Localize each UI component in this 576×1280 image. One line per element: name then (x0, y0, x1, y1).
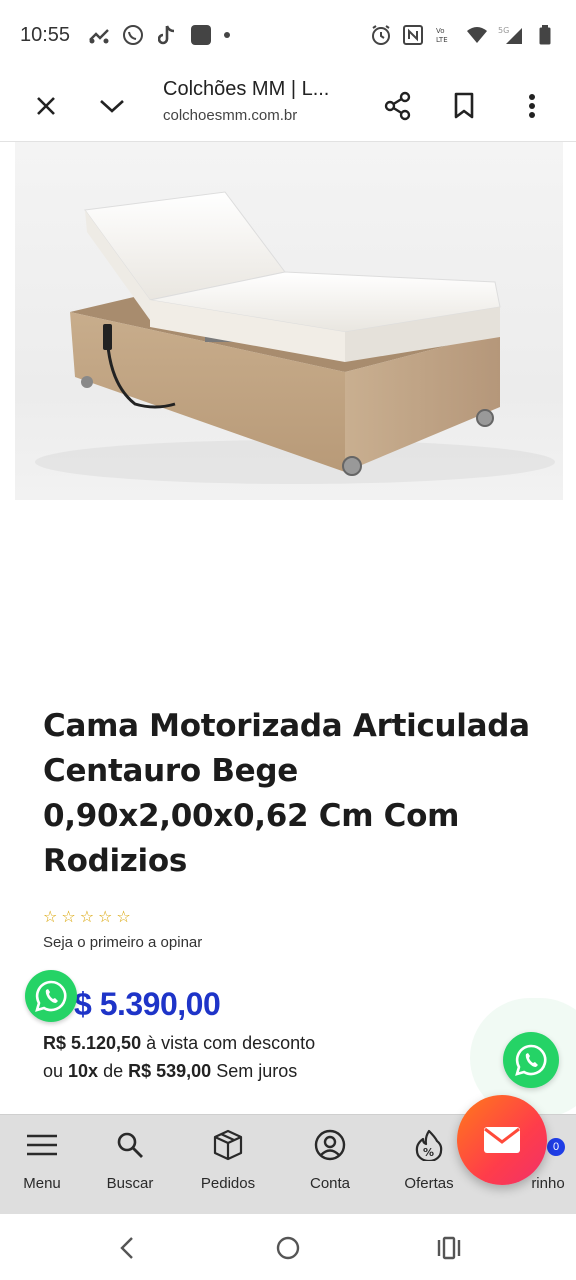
network-type-label: 5G (498, 26, 509, 35)
nav-item-ofertas[interactable]: % Ofertas (396, 1115, 462, 1215)
star-empty-icon: ☆ (43, 909, 58, 926)
user-icon (312, 1129, 348, 1161)
system-recents-button[interactable] (429, 1228, 469, 1268)
status-bar: 10:55 Vo LTE 5G (0, 0, 576, 70)
system-nav-bar (0, 1214, 576, 1280)
svg-text:LTE: LTE (436, 36, 448, 44)
battery-icon (534, 24, 556, 46)
more-notifications-dot (224, 32, 231, 38)
share-icon (384, 91, 411, 120)
rating-stars[interactable]: ☆ ☆ ☆ ☆ ☆ (43, 910, 131, 926)
cash-price-suffix: à vista com desconto (141, 1033, 316, 1053)
nfc-icon (402, 24, 424, 46)
adjustable-bed-photo-icon (35, 191, 555, 484)
nav-item-buscar[interactable]: Buscar (98, 1115, 162, 1215)
whatsapp-icon (35, 980, 67, 1012)
box-icon (210, 1129, 246, 1161)
system-back-button[interactable] (107, 1228, 147, 1268)
browser-toolbar: Colchões MM | L... colchoesmm.com.br (0, 70, 576, 142)
product-title: Cama Motorizada Articulada Centauro Bege… (43, 708, 530, 879)
page-title-block[interactable]: Colchões MM | L... colchoesmm.com.br (163, 78, 353, 124)
home-circle-icon (276, 1236, 300, 1260)
star-empty-icon: ☆ (116, 909, 131, 926)
tiktok-icon (156, 24, 178, 46)
star-empty-icon: ☆ (61, 909, 76, 926)
installments-line: ou 10x de R$ 539,00 Sem juros (43, 1061, 297, 1082)
signal-icon: 5G (498, 24, 524, 46)
whatsapp-status-icon (122, 24, 144, 46)
mail-icon (484, 1127, 520, 1153)
svg-text:Vo: Vo (436, 27, 445, 35)
whatsapp-floating-button[interactable] (503, 1032, 559, 1088)
back-chevron-icon (120, 1237, 133, 1259)
missed-call-icon (88, 24, 110, 46)
share-button[interactable] (374, 82, 422, 130)
hamburger-icon (24, 1129, 60, 1161)
more-options-button[interactable] (508, 82, 556, 130)
nav-label-conta: Conta (309, 1175, 351, 1192)
installments-count: 10x (68, 1061, 99, 1081)
nav-item-menu[interactable]: Menu (14, 1115, 70, 1215)
wifi-icon (466, 24, 488, 46)
search-icon (112, 1129, 148, 1161)
more-vert-icon (529, 93, 535, 118)
cash-price: R$ 5.120,50 (43, 1033, 142, 1053)
cash-price-line: R$ 5.120,50 à vista com desconto (43, 1033, 315, 1054)
nav-label-buscar: Buscar (106, 1175, 154, 1192)
nav-label-carrinho: rinho (531, 1175, 565, 1192)
screen: 10:55 Vo LTE 5G Colchões MM | L... colch… (0, 0, 576, 1280)
nav-item-pedidos[interactable]: Pedidos (190, 1115, 266, 1215)
product-price: $ 5.390,00 (74, 986, 221, 1022)
close-icon (37, 96, 55, 115)
page-title: Colchões MM | L... (163, 78, 330, 100)
chevron-down-icon (100, 99, 124, 113)
installments-mid: de (98, 1061, 129, 1081)
discount-icon: % (411, 1129, 447, 1161)
star-empty-icon: ☆ (98, 909, 113, 926)
star-empty-icon: ☆ (79, 909, 95, 926)
nav-label-ofertas: Ofertas (404, 1175, 454, 1192)
installments-suffix: Sem juros (211, 1061, 298, 1081)
svg-text:%: % (423, 1146, 434, 1159)
review-link[interactable]: Seja o primeiro a opinar (43, 934, 202, 951)
whatsapp-icon (515, 1044, 547, 1076)
status-time: 10:55 (20, 23, 71, 46)
page-url: colchoesmm.com.br (163, 107, 298, 124)
nav-item-conta[interactable]: Conta (300, 1115, 360, 1215)
email-contact-button[interactable] (457, 1095, 547, 1185)
minimize-button[interactable] (88, 82, 136, 130)
installments-prefix: ou (43, 1061, 69, 1081)
bookmark-icon (454, 92, 474, 118)
nav-label-pedidos: Pedidos (200, 1175, 256, 1192)
system-home-button[interactable] (268, 1228, 308, 1268)
app-notification-icon (190, 24, 212, 46)
alarm-icon (370, 24, 392, 46)
volte-icon: Vo LTE (434, 24, 456, 46)
whatsapp-button-small[interactable] (25, 970, 77, 1022)
recents-icon (437, 1236, 461, 1260)
close-tab-button[interactable] (22, 82, 70, 130)
cart-count-badge: 0 (547, 1138, 565, 1156)
bookmark-button[interactable] (440, 82, 488, 130)
product-image[interactable] (15, 142, 563, 500)
installments-value: R$ 539,00 (128, 1061, 212, 1081)
nav-label-menu: Menu (23, 1175, 61, 1192)
